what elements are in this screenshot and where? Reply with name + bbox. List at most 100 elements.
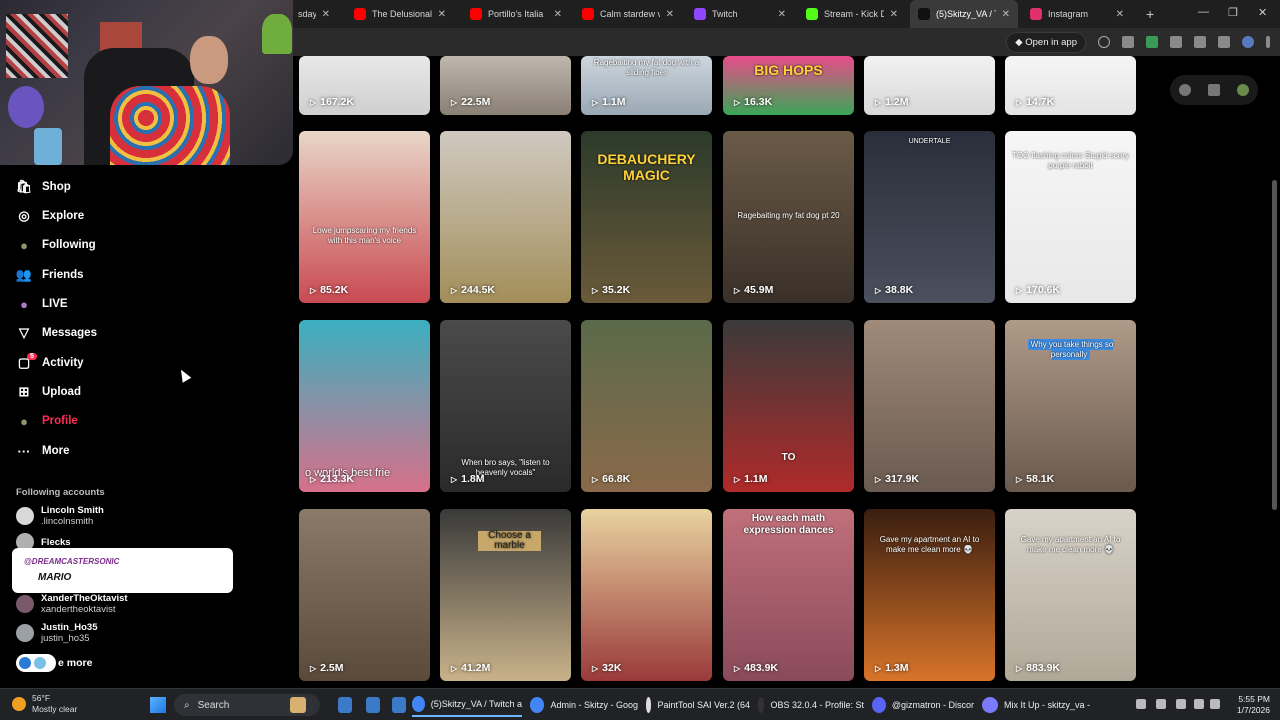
nav-item-profile[interactable]: ● Profile	[16, 410, 78, 432]
pen-icon[interactable]	[1176, 699, 1186, 709]
video-thumbnail[interactable]: Ragebaiting my fat dog pt 20 ▷ 45.9M	[723, 131, 854, 303]
video-thumbnail[interactable]: Why you take things so personally ▷ 58.1K	[1005, 320, 1136, 492]
file-explorer-icon[interactable]	[338, 693, 358, 717]
tab-close-icon[interactable]: ✕	[1116, 9, 1124, 20]
tab-close-icon[interactable]: ✕	[1002, 9, 1010, 20]
browser-tab[interactable]: Portillo's Italia ✕	[462, 0, 570, 28]
video-thumbnail[interactable]: Lowe jumpscaring my friends with this ma…	[299, 131, 430, 303]
view-count: ▷ 14.7K	[1016, 96, 1054, 108]
clock[interactable]: 5:55 PM 1/7/2026	[1224, 694, 1270, 716]
mic-icon[interactable]	[1156, 699, 1166, 709]
photos-icon[interactable]	[392, 693, 412, 717]
minimize-icon[interactable]: —	[1198, 6, 1209, 18]
scrollbar[interactable]	[1272, 180, 1277, 510]
start-button[interactable]	[150, 697, 166, 713]
view-count: ▷ 41.2M	[451, 662, 490, 674]
browser-tab[interactable]: (5)Skitzy_VA / Twi ✕	[910, 0, 1018, 28]
tab-close-icon[interactable]: ✕	[554, 9, 562, 20]
profile-icon[interactable]	[1242, 36, 1254, 48]
video-thumbnail[interactable]: ▷ 2.5M	[299, 509, 430, 681]
bookmark-star-icon[interactable]	[1098, 36, 1110, 48]
video-thumbnail[interactable]: ▷ 244.5K	[440, 131, 571, 303]
close-window-icon[interactable]: ✕	[1258, 6, 1267, 19]
tab-close-icon[interactable]: ✕	[438, 9, 446, 20]
taskbar-app[interactable]: Mix It Up - skitzy_va -	[982, 693, 1090, 717]
weather-widget[interactable]: 56°F Mostly clear	[12, 693, 77, 715]
video-thumbnail[interactable]: ▷ 32K	[581, 509, 712, 681]
phone-icon[interactable]	[1207, 84, 1220, 96]
volume-icon[interactable]	[1210, 699, 1220, 709]
photos-icon	[392, 697, 406, 713]
video-thumbnail[interactable]: Ragebaiting my fat dog with a sliding fi…	[581, 56, 712, 115]
video-caption: Ragebaiting my fat dog with a sliding fi…	[593, 58, 700, 77]
play-icon: ▷	[592, 97, 599, 107]
puzzle-icon[interactable]	[1170, 36, 1182, 48]
nav-item-more[interactable]: ··· More	[16, 440, 70, 462]
view-count-value: 883.9K	[1026, 662, 1061, 674]
maximize-icon[interactable]: ❐	[1228, 6, 1238, 19]
following-account[interactable]: Justin_Ho35 justin_ho35	[16, 622, 98, 644]
play-icon: ▷	[310, 663, 317, 673]
video-thumbnail[interactable]: ▷ 14.7K	[1005, 56, 1136, 115]
taskbar-app[interactable]: PaintTool SAI Ver.2 (64	[646, 693, 750, 717]
tab-favicon-icon	[806, 8, 818, 20]
following-account[interactable]: Lincoln Smith .lincolnsmith	[16, 505, 104, 527]
tab-close-icon[interactable]: ✕	[666, 9, 674, 20]
video-thumbnail[interactable]: When bro says, "listen to heavenly vocal…	[440, 320, 571, 492]
menu-kebab-icon[interactable]	[1266, 36, 1270, 48]
browser-tab[interactable]: Instagram ✕	[1022, 0, 1132, 28]
video-thumbnail[interactable]: Gave my apartment an AI to make me clean…	[1005, 509, 1136, 681]
see-more-button[interactable]: e more	[16, 654, 92, 672]
nav-item-explore[interactable]: ◎ Explore	[16, 205, 84, 227]
video-thumbnail[interactable]: Choose a marble ▷ 41.2M	[440, 509, 571, 681]
video-thumbnail[interactable]: DEBAUCHERY MAGIC ▷ 35.2K	[581, 131, 712, 303]
browser-tab[interactable]: Twitch ✕	[686, 0, 794, 28]
video-thumbnail[interactable]: ▷ 167.2K	[299, 56, 430, 115]
tab-close-icon[interactable]: ✕	[778, 9, 786, 20]
video-thumbnail[interactable]: Gave my apartment an AI to make me clean…	[864, 509, 995, 681]
video-thumbnail[interactable]: TO ▷ 1.1M	[723, 320, 854, 492]
video-thumbnail[interactable]: o world's best frie ▷ 213.3K	[299, 320, 430, 492]
folder-icon[interactable]	[366, 693, 386, 717]
browser-tab[interactable]: sday M ✕	[290, 0, 338, 28]
nav-item-friends[interactable]: 👥 Friends	[16, 264, 84, 286]
video-thumbnail[interactable]: How each math expression dances ▷ 483.9K	[723, 509, 854, 681]
nav-item-activity[interactable]: ▢ 5 Activity	[16, 352, 84, 374]
taskbar-app[interactable]: @gizmatron - Discor	[872, 693, 974, 717]
browser-tab[interactable]: Calm stardew valle ✕	[574, 0, 682, 28]
taskbar-app[interactable]: (5)Skitzy_VA / Twitch a	[412, 693, 522, 717]
video-thumbnail[interactable]: ▷ 317.9K	[864, 320, 995, 492]
wifi-icon[interactable]	[1194, 699, 1204, 709]
video-thumbnail[interactable]: ▷ 1.2M	[864, 56, 995, 115]
following-account[interactable]: XanderTheOktavist xandertheoktavist	[16, 593, 128, 615]
tab-favicon-icon	[354, 8, 366, 20]
video-thumbnail[interactable]: UNDERTALE ▷ 38.8K	[864, 131, 995, 303]
new-tab-button[interactable]: +	[1136, 6, 1164, 22]
widgets-icon[interactable]	[290, 693, 312, 717]
video-thumbnail[interactable]: BIG HOPS ▷ 16.3K	[723, 56, 854, 115]
compass-icon[interactable]	[1178, 84, 1191, 96]
nav-item-live[interactable]: ● LIVE	[16, 293, 68, 315]
video-thumbnail[interactable]: ▷ 66.8K	[581, 320, 712, 492]
video-thumbnail[interactable]: TOO flashing colors Stupid scary purple …	[1005, 131, 1136, 303]
cast-icon[interactable]	[1194, 36, 1206, 48]
nav-item-shop[interactable]: 🛍 Shop	[16, 176, 71, 198]
tab-close-icon[interactable]: ✕	[890, 9, 898, 20]
shield-icon[interactable]	[1146, 36, 1158, 48]
nav-item-upload[interactable]: ⊞ Upload	[16, 381, 81, 403]
video-thumbnail[interactable]: ▷ 22.5M	[440, 56, 571, 115]
nav-item-messages[interactable]: ▽ Messages	[16, 322, 97, 344]
open-in-app-button[interactable]: ◆ Open in app	[1006, 31, 1086, 53]
tab-close-icon[interactable]: ✕	[322, 9, 330, 20]
paper-plane-icon: ▽	[19, 325, 29, 340]
playlist-icon[interactable]	[1218, 36, 1230, 48]
browser-tab[interactable]: The Delusional Va ✕	[346, 0, 454, 28]
extension-icon[interactable]	[1122, 36, 1134, 48]
file-explorer-icon	[338, 697, 352, 713]
tray-chevron-icon[interactable]	[1136, 699, 1146, 709]
avatar[interactable]	[1237, 84, 1250, 96]
browser-tab[interactable]: Stream - Kick Das ✕	[798, 0, 906, 28]
taskbar-app[interactable]: OBS 32.0.4 - Profile: St	[758, 693, 864, 717]
nav-item-following[interactable]: ● Following	[16, 234, 96, 256]
taskbar-app[interactable]: Admin - Skitzy - Goog	[530, 693, 638, 717]
